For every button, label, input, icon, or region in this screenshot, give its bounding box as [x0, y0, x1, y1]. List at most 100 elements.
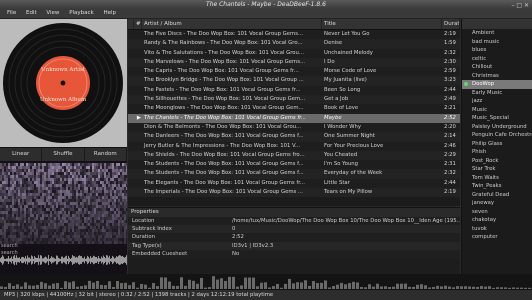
row-duration: 2:29: [444, 151, 456, 158]
row-title: I Do: [324, 58, 335, 65]
genre-header[interactable]: [462, 19, 532, 29]
genre-item[interactable]: tuvok: [462, 225, 532, 234]
menu-view[interactable]: View: [42, 9, 63, 18]
genre-item[interactable]: Music_Special: [462, 114, 532, 123]
row-duration: 2:44: [444, 86, 456, 93]
column-title[interactable]: Title: [322, 19, 442, 29]
minimize-icon[interactable]: –: [511, 2, 514, 9]
table-row[interactable]: The Moonglows - The Doo Wop Box: 101 Voc…: [128, 104, 460, 114]
row-duration: 2:14: [444, 133, 456, 140]
table-row[interactable]: Vito & The Salutations - The Doo Wop Box…: [128, 48, 460, 58]
search-label-2[interactable]: search: [1, 250, 18, 257]
genre-item[interactable]: janeway: [462, 199, 532, 208]
genre-item[interactable]: seven: [462, 208, 532, 217]
row-duration: 2:19: [444, 189, 456, 196]
table-row[interactable]: The Five Discs - The Doo Wop Box: 101 Vo…: [128, 30, 460, 40]
genre-item[interactable]: Twin_Peaks: [462, 182, 532, 191]
genre-item[interactable]: chakotay: [462, 216, 532, 225]
shuffle-button[interactable]: Shuffle: [42, 148, 85, 161]
table-row[interactable]: Randy & The Rainbows - The Doo Wop Box: …: [128, 39, 460, 49]
table-row[interactable]: The Students - The Doo Wop Box: 101 Voca…: [128, 160, 460, 170]
row-number: [134, 160, 142, 169]
row-duration: 2:21: [444, 105, 456, 112]
search-label-1[interactable]: search: [1, 243, 18, 250]
genre-item[interactable]: Philip Glass: [462, 140, 532, 149]
row-number: [134, 123, 142, 132]
table-row[interactable]: ▶ The Chantels - The Doo Wop Box: 101 Voc…: [128, 113, 460, 123]
menu-playback[interactable]: Playback: [65, 9, 98, 18]
table-row[interactable]: The Shields - The Doo Wop Box: 101 Vocal…: [128, 150, 460, 161]
table-row[interactable]: The Elegants - The Doo Wop Box: 101 Voca…: [128, 178, 460, 189]
row-artist-album: The Marvelows - The Doo Wop Box: 101 Voc…: [144, 58, 306, 65]
random-button[interactable]: Random: [85, 148, 127, 161]
property-row[interactable]: Subtrack Index 0: [128, 225, 460, 234]
column-artist-album[interactable]: Artist / Album: [142, 19, 322, 29]
genre-item[interactable]: Chillout: [462, 63, 532, 72]
property-key: Embedded Cuesheet: [132, 250, 188, 257]
table-row[interactable]: The Capris - The Doo Wop Box: 101 Vocal …: [128, 67, 460, 77]
row-artist-album: The Chantels - The Doo Wop Box: 101 Voca…: [144, 114, 306, 121]
row-title: For Your Precious Love: [324, 142, 384, 149]
genre-item[interactable]: Paisley Underground: [462, 123, 532, 132]
genre-item[interactable]: Phish: [462, 148, 532, 157]
property-row[interactable]: Tag Type(s) ID3v1 | ID3v2.3: [128, 241, 460, 250]
linear-button[interactable]: Linear: [0, 148, 43, 161]
column-number[interactable]: #: [134, 19, 142, 29]
genre-item[interactable]: Early Music: [462, 89, 532, 98]
playlist: # Artist / Album Title Durati... The Fiv…: [128, 19, 460, 206]
table-row[interactable]: Dion & The Belmonts - The Doo Wop Box: 1…: [128, 122, 460, 133]
genre-item[interactable]: Penguin Cafe Orchestra: [462, 131, 532, 140]
maximize-icon[interactable]: □: [516, 2, 522, 9]
row-artist-album: The Five Discs - The Doo Wop Box: 101 Vo…: [144, 31, 304, 37]
row-artist-album: The Pastels - The Doo Wop Box: 101 Vocal…: [144, 86, 301, 93]
row-artist-album: The Brooklyn Bridge - The Doo Wop Box: 1…: [144, 77, 304, 84]
genre-item[interactable]: Tom Waits: [462, 174, 532, 183]
genre-item[interactable]: computer: [462, 233, 532, 242]
row-number: [134, 67, 142, 76]
genre-item[interactable]: Grateful Dead: [462, 191, 532, 200]
row-number: [134, 86, 142, 95]
genre-item[interactable]: Post_Rock: [462, 157, 532, 166]
table-row[interactable]: The Sillhouettes - The Doo Wop Box: 101 …: [128, 95, 460, 105]
close-icon[interactable]: ✕: [524, 2, 529, 9]
row-number: [134, 30, 142, 39]
property-row[interactable]: Duration 2:52: [128, 233, 460, 242]
row-number: [134, 188, 142, 197]
table-row[interactable]: The Imperials - The Doo Wop Box: 101 Voc…: [128, 188, 460, 198]
genre-item[interactable]: celtic: [462, 55, 532, 64]
table-row[interactable]: The Marvelows - The Doo Wop Box: 101 Voc…: [128, 57, 460, 68]
row-number: [134, 76, 142, 85]
genre-item[interactable]: Music: [462, 106, 532, 115]
row-number: [134, 95, 142, 104]
genre-item[interactable]: Christmas: [462, 72, 532, 81]
table-row[interactable]: The Danleers - The Doo Wop Box: 101 Voca…: [128, 132, 460, 142]
row-number: [134, 39, 142, 48]
genre-item[interactable]: Star Trek: [462, 165, 532, 174]
genre-item-selected[interactable]: DooWop: [462, 80, 532, 89]
row-number: [134, 58, 142, 67]
properties-table: Location/home/tux/Music/DooWop/The Doo W…: [128, 217, 460, 258]
property-value: 2:52: [232, 234, 244, 241]
row-duration: 1:59: [444, 40, 456, 47]
property-row[interactable]: Location/home/tux/Music/DooWop/The Doo W…: [128, 217, 460, 226]
row-artist-album: Randy & The Rainbows - The Doo Wop Box: …: [144, 40, 303, 47]
column-duration[interactable]: Durati...: [442, 19, 460, 29]
genre-item[interactable]: jazz: [462, 97, 532, 106]
table-row[interactable]: The Pastels - The Doo Wop Box: 101 Vocal…: [128, 85, 460, 96]
row-duration: 2:32: [444, 170, 456, 177]
table-row[interactable]: Jerry Butler & The Impressions - The Doo…: [128, 141, 460, 151]
row-duration: 2:19: [444, 31, 456, 37]
table-row[interactable]: The Brooklyn Bridge - The Doo Wop Box: 1…: [128, 76, 460, 86]
row-number: [134, 142, 142, 151]
menu-edit[interactable]: Edit: [22, 9, 41, 18]
menu-help[interactable]: Help: [99, 9, 120, 18]
menu-file[interactable]: File: [0, 9, 20, 18]
status-bar: MP3 | 320 kbps | 44100Hz | 32 bit | ster…: [0, 289, 532, 300]
row-number: [134, 169, 142, 178]
genre-item[interactable]: Ambient: [462, 29, 532, 38]
genre-item[interactable]: blues: [462, 46, 532, 55]
property-row[interactable]: Embedded Cuesheet No: [128, 249, 460, 258]
table-row[interactable]: The Students - The Doo Wop Box: 101 Voca…: [128, 169, 460, 179]
genre-item[interactable]: bad music: [462, 38, 532, 47]
row-title: My Juanita (live): [324, 77, 367, 84]
